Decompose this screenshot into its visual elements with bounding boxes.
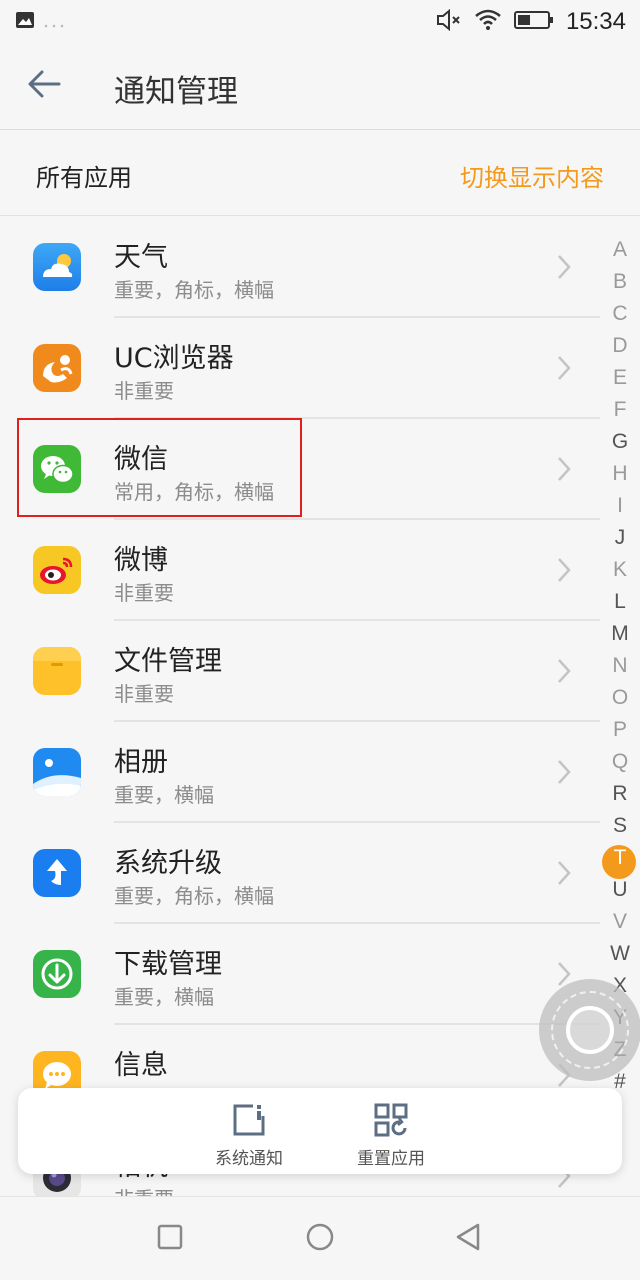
- index-letter[interactable]: I: [602, 494, 638, 518]
- index-letter[interactable]: H: [602, 462, 638, 486]
- app-notification-settings: 非重要: [114, 1183, 174, 1197]
- index-letter[interactable]: C: [602, 302, 638, 326]
- list-item-wechat[interactable]: 微信 常用，角标，横幅: [0, 419, 600, 520]
- system-notification-button[interactable]: 系统通知: [189, 1096, 309, 1170]
- bottom-action-sheet: 系统通知 重置应用: [18, 1088, 622, 1174]
- app-notification-settings: 非重要: [114, 379, 174, 403]
- arrow-left-icon: [27, 70, 61, 102]
- index-letter[interactable]: M: [602, 622, 638, 646]
- uc-browser-icon: [33, 344, 81, 392]
- gallery-icon: [16, 12, 34, 32]
- app-name: 微博: [114, 545, 168, 576]
- file-manager-icon: [33, 647, 81, 695]
- floating-center: [566, 1006, 614, 1054]
- section-header: 所有应用 切换显示内容: [0, 130, 640, 216]
- list-item-system-update[interactable]: 系统升级 重要，角标，横幅: [0, 823, 600, 924]
- index-letter[interactable]: B: [602, 270, 638, 294]
- app-name: 下载管理: [114, 949, 222, 980]
- app-notification-settings: 非重要: [114, 682, 174, 706]
- app-name: UC浏览器: [114, 343, 234, 374]
- app-notification-settings: 常用，角标，横幅: [114, 480, 274, 504]
- list-item-weather[interactable]: 天气 重要，角标，横幅: [0, 217, 600, 318]
- index-letter[interactable]: Q: [602, 750, 638, 774]
- list-item-file-manager[interactable]: 文件管理 非重要: [0, 621, 600, 722]
- index-letter[interactable]: S: [602, 814, 638, 838]
- list-item-download-manager[interactable]: 下载管理 重要，横幅: [0, 924, 600, 1025]
- alphabet-index[interactable]: A B C D E F G H I J K L M N O P Q R S T …: [602, 238, 638, 1108]
- chevron-right-icon: [556, 859, 572, 887]
- index-letter[interactable]: P: [602, 718, 638, 742]
- index-letter[interactable]: L: [602, 590, 638, 614]
- chevron-right-icon: [556, 455, 572, 483]
- chevron-right-icon: [556, 657, 572, 685]
- index-letter[interactable]: V: [602, 910, 638, 934]
- recent-apps-button[interactable]: [150, 1219, 190, 1259]
- home-button[interactable]: [300, 1219, 340, 1259]
- action-label: 重置应用: [357, 1149, 425, 1169]
- chevron-right-icon: [556, 354, 572, 382]
- wechat-icon: [33, 445, 81, 493]
- index-letter[interactable]: K: [602, 558, 638, 582]
- app-name: 信息: [114, 1050, 168, 1081]
- back-triangle-icon: [454, 1222, 482, 1256]
- index-letter[interactable]: J: [602, 526, 638, 550]
- index-letter[interactable]: F: [602, 398, 638, 422]
- index-letter[interactable]: N: [602, 654, 638, 678]
- clock-time: 15:34: [565, 8, 626, 35]
- app-name: 天气: [114, 242, 168, 273]
- index-letter[interactable]: R: [602, 782, 638, 806]
- index-letter[interactable]: A: [602, 238, 638, 262]
- home-icon: [305, 1222, 335, 1256]
- gallery-app-icon: [33, 748, 81, 796]
- list-item-weibo[interactable]: 微博 非重要: [0, 520, 600, 621]
- system-update-icon: [33, 849, 81, 897]
- app-notification-settings: 重要，角标，横幅: [114, 278, 274, 302]
- index-letter[interactable]: D: [602, 334, 638, 358]
- index-letter-active[interactable]: T: [602, 846, 638, 870]
- mute-icon: [436, 8, 462, 36]
- app-notification-settings: 重要，横幅: [114, 783, 214, 807]
- chevron-right-icon: [556, 253, 572, 281]
- index-letter[interactable]: U: [602, 878, 638, 902]
- navigation-bar: [0, 1196, 640, 1280]
- switch-display-button[interactable]: 切换显示内容: [460, 158, 604, 193]
- reset-app-button[interactable]: 重置应用: [331, 1096, 451, 1170]
- index-letter[interactable]: W: [602, 942, 638, 966]
- index-letter[interactable]: G: [602, 430, 638, 454]
- section-title: 所有应用: [36, 164, 132, 192]
- page-title: 通知管理: [114, 74, 238, 110]
- app-bar: 通知管理: [0, 44, 640, 130]
- action-label: 系统通知: [215, 1149, 283, 1169]
- index-letter[interactable]: E: [602, 366, 638, 390]
- system-notification-icon: [231, 1102, 267, 1138]
- reset-app-icon: [373, 1102, 409, 1138]
- more-indicator-icon: [44, 13, 64, 32]
- app-name: 相册: [114, 747, 168, 778]
- app-notification-settings: 非重要: [114, 581, 174, 605]
- app-notification-settings: 重要，角标，横幅: [114, 884, 274, 908]
- app-name: 微信: [114, 444, 168, 475]
- index-letter[interactable]: O: [602, 686, 638, 710]
- recent-apps-icon: [156, 1223, 184, 1255]
- weibo-icon: [33, 546, 81, 594]
- app-notification-settings: 重要，横幅: [114, 985, 214, 1009]
- chevron-right-icon: [556, 556, 572, 584]
- weather-icon: [33, 243, 81, 291]
- list-item-uc-browser[interactable]: UC浏览器 非重要: [0, 318, 600, 419]
- app-name: 文件管理: [114, 646, 222, 677]
- download-manager-icon: [33, 950, 81, 998]
- chevron-right-icon: [556, 758, 572, 786]
- floating-assist-button[interactable]: [539, 979, 640, 1081]
- battery-icon: [513, 10, 554, 34]
- list-item-gallery[interactable]: 相册 重要，横幅: [0, 722, 600, 823]
- status-bar: 15:34: [0, 0, 640, 44]
- back-button[interactable]: [22, 64, 66, 108]
- wifi-icon: [474, 9, 502, 35]
- back-nav-button[interactable]: [448, 1219, 488, 1259]
- app-name: 系统升级: [114, 848, 222, 879]
